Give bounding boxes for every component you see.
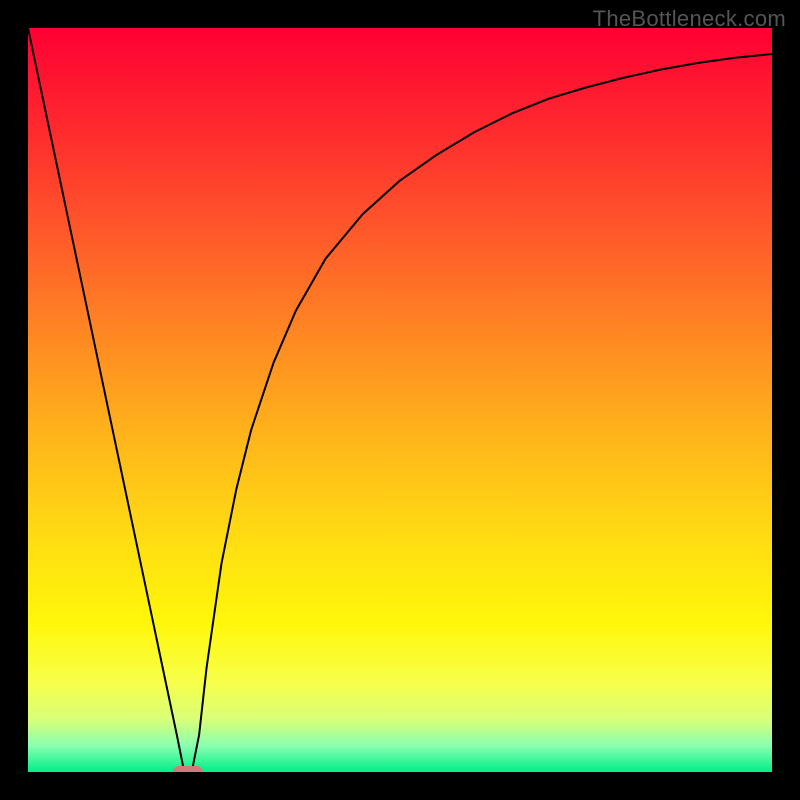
plot-area (28, 28, 772, 772)
gradient-background (28, 28, 772, 772)
chart-svg (28, 28, 772, 772)
optimal-marker (173, 766, 203, 772)
chart-frame: TheBottleneck.com (0, 0, 800, 800)
